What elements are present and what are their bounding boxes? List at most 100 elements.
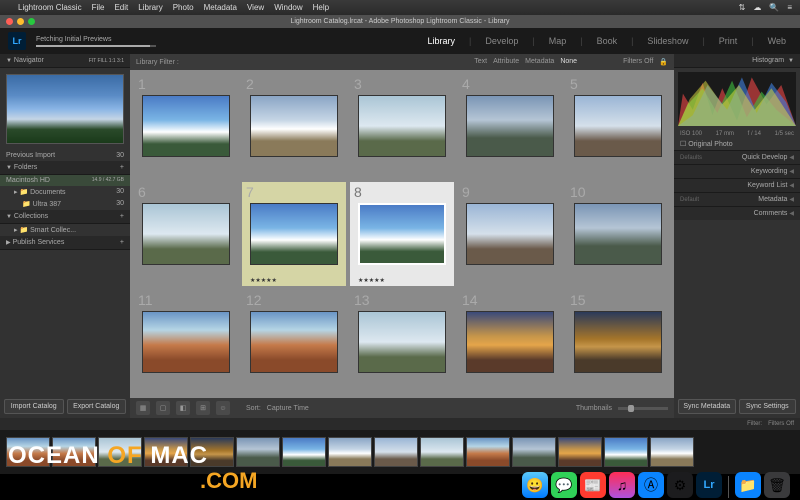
- grid-cell-active[interactable]: 8★★★★★: [350, 182, 454, 286]
- dock-lightroom-icon[interactable]: Lr: [696, 472, 722, 498]
- module-book[interactable]: Book: [591, 33, 624, 49]
- metadata-panel[interactable]: DefaultMetadata ◀: [674, 192, 800, 206]
- grid-cell[interactable]: 15: [566, 290, 670, 394]
- sort-value[interactable]: Capture Time: [267, 405, 309, 412]
- menubar-search-icon[interactable]: 🔍: [769, 3, 779, 12]
- photo-thumb[interactable]: [142, 95, 230, 157]
- quick-develop-panel[interactable]: DefaultsQuick Develop ◀: [674, 150, 800, 164]
- menu-photo[interactable]: Photo: [173, 3, 194, 12]
- dock-music-icon[interactable]: ♫: [609, 472, 635, 498]
- collections-header[interactable]: ▼ Collections+: [0, 210, 130, 224]
- photo-thumb[interactable]: [466, 311, 554, 373]
- previous-import-row[interactable]: Previous Import 30: [0, 150, 130, 161]
- dock-appstore-icon[interactable]: Ⓐ: [638, 472, 664, 498]
- rating-stars[interactable]: ★★★★★: [250, 277, 277, 284]
- filmstrip-thumb[interactable]: [558, 437, 602, 467]
- filmstrip-thumb[interactable]: [374, 437, 418, 467]
- grid-cell[interactable]: 6: [134, 182, 238, 286]
- photo-thumb[interactable]: [574, 311, 662, 373]
- module-slideshow[interactable]: Slideshow: [641, 33, 694, 49]
- dock-downloads-icon[interactable]: 📁: [735, 472, 761, 498]
- original-photo-row[interactable]: ☐ Original Photo: [674, 138, 800, 150]
- filters-off[interactable]: Filters Off: [623, 58, 653, 66]
- dock-trash-icon[interactable]: 🗑: [764, 472, 790, 498]
- zoom-button[interactable]: [28, 18, 35, 25]
- sync-metadata-button[interactable]: Sync Metadata: [678, 399, 736, 414]
- thumbnail-size-slider[interactable]: [618, 407, 668, 410]
- survey-view-icon[interactable]: ⊞: [196, 401, 210, 415]
- module-develop[interactable]: Develop: [479, 33, 524, 49]
- rating-stars[interactable]: ★★★★★: [358, 277, 385, 284]
- grid-cell-selected[interactable]: 7★★★★★: [242, 182, 346, 286]
- grid-cell[interactable]: 14: [458, 290, 562, 394]
- dock-messages-icon[interactable]: 💬: [551, 472, 577, 498]
- photo-thumb[interactable]: [358, 95, 446, 157]
- plus-icon[interactable]: +: [120, 213, 124, 220]
- menu-edit[interactable]: Edit: [114, 3, 128, 12]
- app-menu[interactable]: Lightroom Classic: [18, 3, 82, 12]
- module-library[interactable]: Library: [421, 33, 461, 49]
- menubar-cc-icon[interactable]: ☁: [753, 3, 761, 12]
- dock-news-icon[interactable]: 📰: [580, 472, 606, 498]
- filter-attribute[interactable]: Attribute: [493, 58, 519, 66]
- photo-thumb[interactable]: [142, 203, 230, 265]
- photo-thumb[interactable]: [358, 311, 446, 373]
- filmstrip-thumb[interactable]: [328, 437, 372, 467]
- grid-cell[interactable]: 2: [242, 74, 346, 178]
- photo-thumb[interactable]: [466, 203, 554, 265]
- photo-thumb[interactable]: [574, 95, 662, 157]
- compare-view-icon[interactable]: ◧: [176, 401, 190, 415]
- histogram-header[interactable]: Histogram ▼: [674, 54, 800, 68]
- folders-header[interactable]: ▼ Folders+: [0, 161, 130, 175]
- grid-cell[interactable]: 10: [566, 182, 670, 286]
- loupe-view-icon[interactable]: ▢: [156, 401, 170, 415]
- navigator-header[interactable]: ▼ Navigator FIT FILL 1:1 3:1: [0, 54, 130, 68]
- menubar-control-icon[interactable]: ≡: [787, 3, 792, 12]
- filmstrip-thumb[interactable]: [466, 437, 510, 467]
- lock-icon[interactable]: 🔒: [659, 58, 668, 66]
- export-catalog-button[interactable]: Export Catalog: [67, 399, 127, 414]
- photo-thumb[interactable]: [250, 311, 338, 373]
- filmstrip-thumb[interactable]: [420, 437, 464, 467]
- smart-collection-row[interactable]: ▸ 📁 Smart Collec...: [0, 224, 130, 236]
- menu-window[interactable]: Window: [274, 3, 302, 12]
- keywording-panel[interactable]: Keywording ◀: [674, 164, 800, 178]
- grid-cell[interactable]: 5: [566, 74, 670, 178]
- folder-ultra[interactable]: 📁 Ultra 38730: [0, 198, 130, 210]
- volume-row[interactable]: Macintosh HD 14.9 / 42.7 GB: [0, 175, 130, 186]
- grid-cell[interactable]: 11: [134, 290, 238, 394]
- publish-header[interactable]: ▶ Publish Services+: [0, 236, 130, 250]
- photo-thumb[interactable]: [250, 203, 338, 265]
- comments-panel[interactable]: Comments ◀: [674, 206, 800, 220]
- keyword-list-panel[interactable]: Keyword List ◀: [674, 178, 800, 192]
- plus-icon[interactable]: +: [120, 239, 124, 246]
- filmstrip-thumb[interactable]: [512, 437, 556, 467]
- photo-thumb[interactable]: [358, 203, 446, 265]
- folder-documents[interactable]: ▸ 📁 Documents30: [0, 186, 130, 198]
- sync-settings-button[interactable]: Sync Settings: [739, 399, 797, 414]
- filmstrip-thumb[interactable]: [604, 437, 648, 467]
- minimize-button[interactable]: [17, 18, 24, 25]
- navigator-zoom-opts[interactable]: FIT FILL 1:1 3:1: [89, 58, 124, 64]
- dock-finder-icon[interactable]: 😀: [522, 472, 548, 498]
- plus-icon[interactable]: +: [120, 164, 124, 171]
- photo-thumb[interactable]: [466, 95, 554, 157]
- menu-metadata[interactable]: Metadata: [204, 3, 237, 12]
- grid-cell[interactable]: 13: [350, 290, 454, 394]
- module-web[interactable]: Web: [762, 33, 792, 49]
- histogram-display[interactable]: [678, 72, 796, 126]
- grid-cell[interactable]: 4: [458, 74, 562, 178]
- menu-library[interactable]: Library: [138, 3, 162, 12]
- dock-settings-icon[interactable]: ⚙: [667, 472, 693, 498]
- close-button[interactable]: [6, 18, 13, 25]
- menu-file[interactable]: File: [92, 3, 105, 12]
- module-map[interactable]: Map: [543, 33, 573, 49]
- filmstrip-thumb[interactable]: [236, 437, 280, 467]
- filter-metadata[interactable]: Metadata: [525, 58, 554, 66]
- filmstrip-thumb[interactable]: [650, 437, 694, 467]
- navigator-preview[interactable]: [6, 74, 124, 144]
- photo-thumb[interactable]: [574, 203, 662, 265]
- import-catalog-button[interactable]: Import Catalog: [4, 399, 64, 414]
- grid-cell[interactable]: 12: [242, 290, 346, 394]
- photo-thumb[interactable]: [250, 95, 338, 157]
